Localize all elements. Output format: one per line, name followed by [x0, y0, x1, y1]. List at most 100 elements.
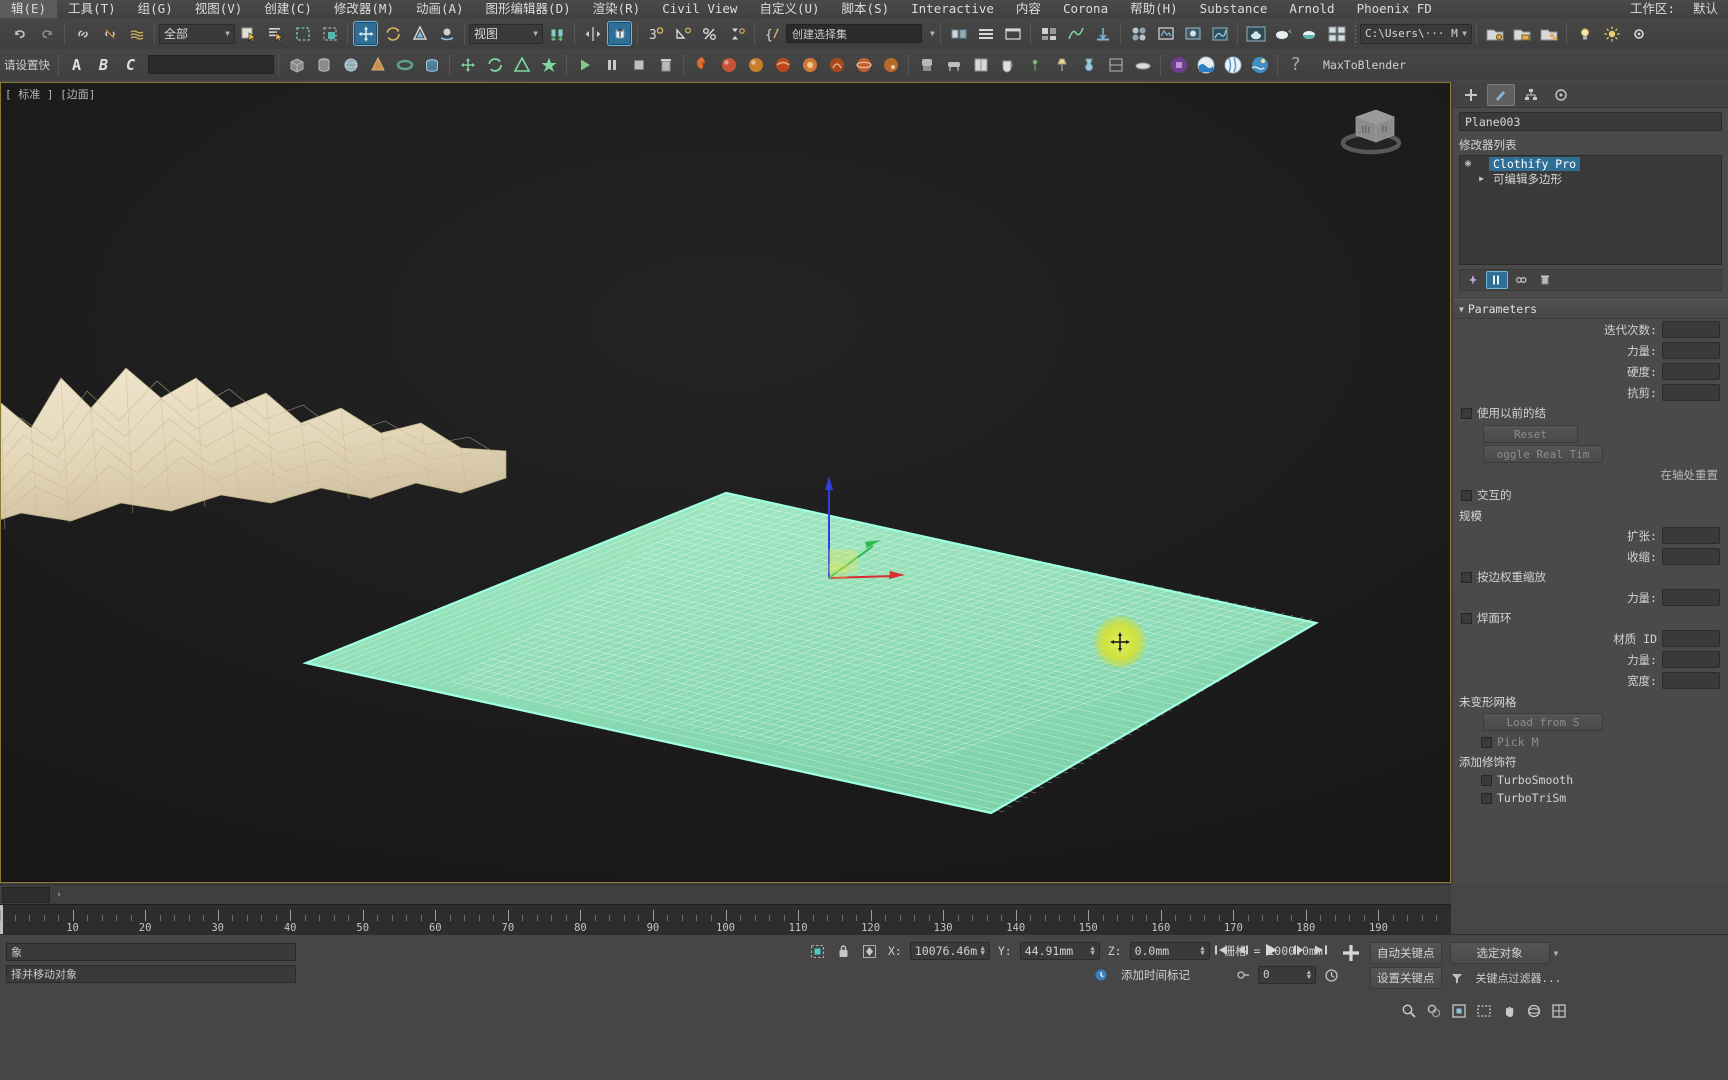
checkbox-box[interactable] [1461, 489, 1472, 501]
menu-item-phoenix-fd[interactable]: Phoenix FD [1346, 0, 1443, 18]
select-region-icon[interactable] [806, 941, 828, 961]
flower-icon[interactable] [1022, 52, 1047, 77]
set-key-button[interactable]: 设置关键点 [1370, 967, 1442, 989]
zoom-region-icon[interactable] [1473, 1001, 1495, 1021]
add-key-icon[interactable] [1336, 939, 1366, 967]
torus-icon[interactable] [392, 52, 417, 77]
menu-item-tools[interactable]: 工具(T) [57, 0, 127, 18]
align-icon[interactable] [607, 21, 632, 46]
turbotrismooth-checkbox[interactable]: TurboTriSm [1453, 789, 1728, 807]
trackbar-field[interactable] [2, 887, 50, 903]
auto-key-button[interactable]: 自动关键点 [1370, 942, 1442, 964]
key-mode-icon[interactable] [1232, 965, 1254, 985]
lock-icon[interactable] [832, 941, 854, 961]
show-end-result-icon[interactable] [1486, 271, 1508, 289]
menu-item-group[interactable]: 组(G) [127, 0, 184, 18]
named-selection-sets-icon[interactable]: { [760, 21, 785, 46]
reset-button[interactable]: Reset [1483, 425, 1578, 443]
key-filter-icon[interactable] [1446, 968, 1468, 988]
selection-filter-combo[interactable]: 全部 ▼ [159, 23, 235, 44]
param-weld-width[interactable]: 宽度: [1453, 670, 1728, 691]
render-quad-icon[interactable] [1324, 21, 1349, 46]
zoom-all-icon[interactable] [1423, 1001, 1445, 1021]
y-coordinate-field[interactable]: 44.91mm ▲ ▼ [1019, 942, 1100, 960]
create-tab[interactable] [1457, 84, 1485, 106]
project-link-icon[interactable] [1536, 21, 1561, 46]
toggle-realtime-button[interactable]: oggle Real Tim [1483, 445, 1603, 463]
chevron-down-icon[interactable]: ▼ [930, 29, 935, 38]
trash-icon[interactable] [653, 52, 678, 77]
move-gizmo[interactable] [801, 468, 921, 598]
add-time-tag-row[interactable]: 添加时间标记 [1090, 965, 1194, 985]
stop-icon[interactable] [626, 52, 651, 77]
spinner-arrows-icon[interactable]: ▲ ▼ [1200, 945, 1204, 957]
text-a-icon[interactable]: A [64, 52, 89, 77]
timeline-ruler[interactable]: 10 20 30 40 50 60 70 80 90 100 110 120 130 140 150 160 1… [0, 904, 1451, 934]
curve-editor-icon[interactable] [1063, 21, 1088, 46]
font-name-field[interactable] [148, 55, 274, 74]
eye-icon[interactable]: ◉ [1462, 158, 1474, 169]
param-spinner[interactable] [1662, 589, 1720, 606]
angle-snap-icon[interactable] [670, 21, 695, 46]
time-tag-icon[interactable] [1090, 965, 1112, 985]
menu-item-scripting[interactable]: 脚本(S) [831, 0, 901, 18]
spinner-arrows-icon[interactable]: ▲ ▼ [981, 945, 985, 957]
menu-item-views[interactable]: 视图(V) [184, 0, 254, 18]
param-expand[interactable]: 扩张: [1453, 525, 1728, 546]
rendered-frame-window-icon[interactable] [1180, 21, 1205, 46]
pan-icon[interactable] [1498, 1001, 1520, 1021]
current-frame-row[interactable]: 0 ▲ ▼ [1232, 965, 1342, 985]
workspace-selector[interactable]: 工作区: 默认 [1624, 0, 1724, 18]
track-bar[interactable]: › [0, 884, 1451, 904]
menu-item-animation[interactable]: 动画(A) [405, 0, 475, 18]
checkbox-box[interactable] [1461, 612, 1472, 624]
menu-item-interactive[interactable]: Interactive [900, 0, 1005, 18]
pick-mesh-row[interactable]: Pick M [1453, 733, 1728, 751]
select-link-icon[interactable] [70, 21, 95, 46]
weld-ring-checkbox[interactable]: 焊面环 [1453, 608, 1728, 628]
remove-modifier-icon[interactable] [1534, 271, 1556, 289]
chair2-icon[interactable] [941, 52, 966, 77]
open-project-icon[interactable] [1482, 21, 1507, 46]
param-iterations[interactable]: 迭代次数: [1453, 319, 1728, 340]
param-spinner[interactable] [1662, 363, 1720, 380]
turbosmooth-checkbox[interactable]: TurboSmooth [1453, 771, 1728, 789]
play-icon[interactable] [572, 52, 597, 77]
modifier-stack-item-editable-poly[interactable]: ▶ 可编辑多边形 [1460, 171, 1721, 186]
menu-item-civil-view[interactable]: Civil View [651, 0, 748, 18]
ball2-icon[interactable] [743, 52, 768, 77]
phoenix-ocean-icon[interactable] [1247, 52, 1272, 77]
named-set-dropdown[interactable]: ▼ [922, 24, 936, 44]
next-frame-icon[interactable] [1286, 940, 1308, 960]
ball3-icon[interactable] [770, 52, 795, 77]
scale-tool2-icon[interactable] [509, 52, 534, 77]
book-icon[interactable] [968, 52, 993, 77]
cup-icon[interactable] [995, 52, 1020, 77]
zoom-extents-icon[interactable] [1448, 1001, 1470, 1021]
project-folder-icon[interactable] [1509, 21, 1534, 46]
param-spinner[interactable] [1662, 651, 1720, 668]
reference-coord-combo[interactable]: 视图 ▼ [469, 23, 543, 44]
checkbox-box[interactable] [1461, 407, 1472, 419]
chevron-down-icon[interactable]: ▼ [1462, 29, 1467, 38]
key-filters-label[interactable]: 关键点过滤器... [1472, 970, 1566, 986]
hierarchy-tab[interactable] [1517, 84, 1545, 106]
teapot-iterative-icon[interactable] [1270, 21, 1295, 46]
menu-item-rendering[interactable]: 渲染(R) [582, 0, 652, 18]
rotate-tool2-icon[interactable] [482, 52, 507, 77]
menu-item-arnold[interactable]: Arnold [1278, 0, 1345, 18]
param-spinner[interactable] [1662, 321, 1720, 338]
param-strength[interactable]: 力量: [1453, 340, 1728, 361]
ball4-icon[interactable] [797, 52, 822, 77]
modify-tab[interactable] [1487, 83, 1515, 106]
mirror-tool-icon[interactable] [946, 21, 971, 46]
ball5-icon[interactable] [824, 52, 849, 77]
sphere-icon[interactable] [338, 52, 363, 77]
param-edge-strength[interactable]: 力量: [1453, 587, 1728, 608]
plate-icon[interactable] [1130, 52, 1155, 77]
param-stiffness[interactable]: 硬度: [1453, 361, 1728, 382]
scene-explorer-icon[interactable] [1000, 21, 1025, 46]
pause-icon[interactable] [599, 52, 624, 77]
param-spinner[interactable] [1662, 630, 1720, 647]
checkbox-box[interactable] [1481, 774, 1492, 786]
